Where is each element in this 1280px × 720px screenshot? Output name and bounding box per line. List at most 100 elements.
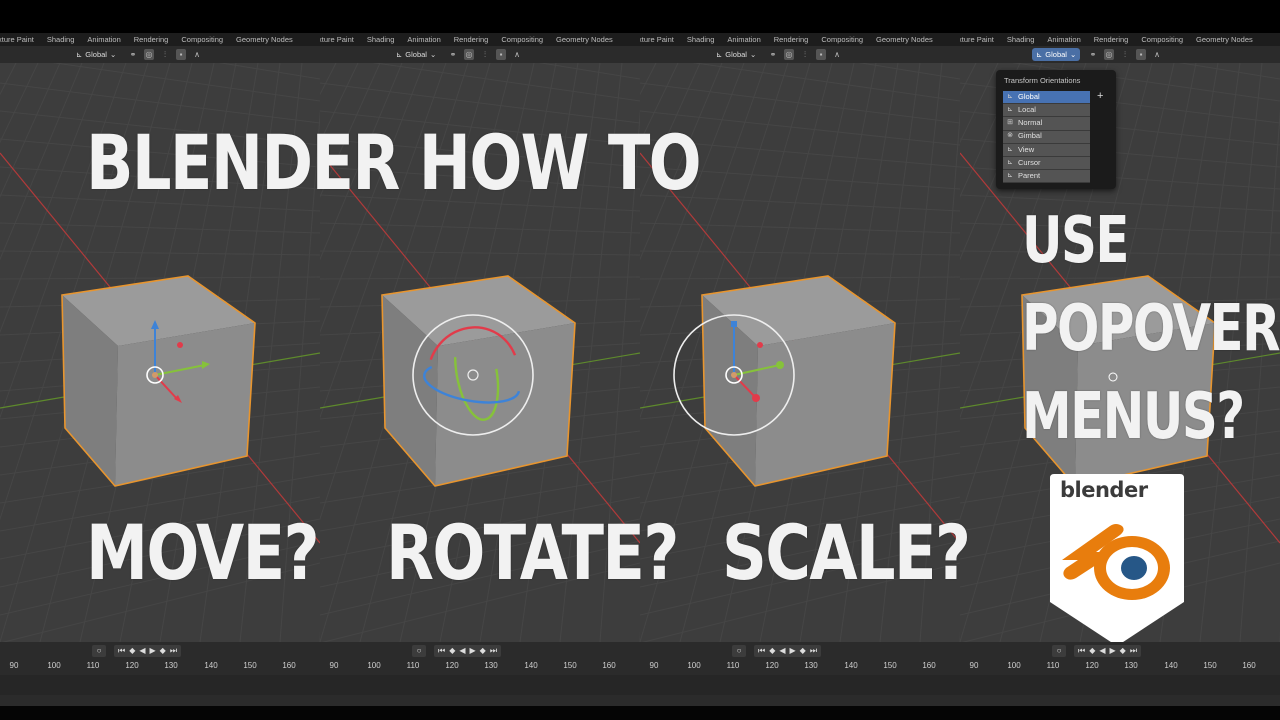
jump-start-icon[interactable]: ⏮ — [118, 645, 125, 657]
pivot-point-icon[interactable]: ⚭ — [448, 49, 458, 60]
transform-orientation-dropdown[interactable]: ⊾ Global ⌄ — [72, 48, 120, 61]
keyframe-track[interactable] — [0, 675, 320, 695]
workspace-tab[interactable]: Rendering — [454, 33, 489, 46]
pivot-point-icon[interactable]: ⚭ — [128, 49, 138, 60]
chevron-down-icon: ⌄ — [429, 50, 437, 59]
workspace-tabs: xture Paint Shading Animation Rendering Comp… — [320, 33, 640, 46]
next-keyframe-icon[interactable]: ◆ — [480, 645, 486, 657]
play-icon[interactable]: ▶ — [1110, 645, 1116, 657]
workspace-tab[interactable]: Compositing — [1141, 33, 1183, 46]
keyframe-track[interactable] — [960, 675, 1280, 695]
record-button[interactable]: ○ — [732, 645, 746, 657]
falloff-curve-icon[interactable]: ∧ — [192, 49, 202, 60]
jump-start-icon[interactable]: ⏮ — [1078, 645, 1085, 657]
keyframe-track[interactable] — [320, 675, 640, 695]
proportional-edit-icon[interactable]: ▪ — [1136, 49, 1146, 60]
workspace-tab[interactable]: Shading — [47, 33, 75, 46]
orientation-item-cursor[interactable]: ⊾ Cursor — [1003, 156, 1090, 171]
workspace-tab[interactable]: Animation — [1047, 33, 1080, 46]
jump-end-icon[interactable]: ⏭ — [490, 645, 497, 657]
workspace-tab[interactable]: Geometry Nodes — [1196, 33, 1253, 46]
keyframe-track[interactable] — [640, 675, 960, 695]
workspace-tab[interactable]: Geometry Nodes — [236, 33, 293, 46]
falloff-curve-icon[interactable]: ∧ — [1152, 49, 1162, 60]
play-reverse-icon[interactable]: ◀ — [1099, 645, 1105, 657]
snap-target-icon[interactable]: ⫶ — [480, 49, 490, 60]
playback-buttons: ⏮ ◆ ◀ ▶ ◆ ⏭ — [434, 645, 502, 657]
workspace-tab[interactable]: Geometry Nodes — [876, 33, 933, 46]
orientation-item-gimbal[interactable]: ⊗ Gimbal — [1003, 130, 1090, 144]
record-button[interactable]: ○ — [1052, 645, 1066, 657]
snap-target-icon[interactable]: ⫶ — [1120, 49, 1130, 60]
frame-number: 100 — [687, 661, 701, 670]
next-keyframe-icon[interactable]: ◆ — [160, 645, 166, 657]
workspace-tab[interactable]: Shading — [687, 33, 715, 46]
play-reverse-icon[interactable]: ◀ — [459, 645, 465, 657]
orientation-item-label: Gimbal — [1018, 131, 1042, 141]
transform-orientation-dropdown[interactable]: ⊾ Global ⌄ — [392, 48, 440, 61]
workspace-tab[interactable]: xture Paint — [960, 33, 994, 46]
frame-number: 150 — [1203, 661, 1217, 670]
play-icon[interactable]: ▶ — [150, 645, 156, 657]
proportional-edit-icon[interactable]: ▪ — [496, 49, 506, 60]
workspace-tab[interactable]: Animation — [87, 33, 120, 46]
workspace-tab[interactable]: Compositing — [181, 33, 223, 46]
viewport-header-toolbar: ⊾ Global ⌄ ⚭ ◎ ⫶ ▪ ∧ — [0, 46, 320, 63]
workspace-tab[interactable]: xture Paint — [0, 33, 34, 46]
snap-magnet-icon[interactable]: ◎ — [144, 49, 154, 60]
prev-keyframe-icon[interactable]: ◆ — [449, 645, 455, 657]
blender-wordmark: blender — [1060, 478, 1148, 502]
frame-number: 100 — [47, 661, 61, 670]
snap-magnet-icon[interactable]: ◎ — [1104, 49, 1114, 60]
proportional-edit-icon[interactable]: ▪ — [816, 49, 826, 60]
snap-magnet-icon[interactable]: ◎ — [464, 49, 474, 60]
frame-number: 140 — [204, 661, 218, 670]
next-keyframe-icon[interactable]: ◆ — [1120, 645, 1126, 657]
snap-magnet-icon[interactable]: ◎ — [784, 49, 794, 60]
global-axes-icon: ⊾ — [1007, 92, 1013, 100]
workspace-tab[interactable]: xture Paint — [320, 33, 354, 46]
workspace-tab[interactable]: Animation — [727, 33, 760, 46]
orientation-item-normal[interactable]: ⊞ Normal — [1003, 117, 1090, 131]
record-button[interactable]: ○ — [92, 645, 106, 657]
falloff-curve-icon[interactable]: ∧ — [512, 49, 522, 60]
workspace-tab[interactable]: Shading — [367, 33, 395, 46]
workspace-tab[interactable]: Shading — [1007, 33, 1035, 46]
orientation-item-view[interactable]: ⊾ View — [1003, 143, 1090, 157]
record-button[interactable]: ○ — [412, 645, 426, 657]
play-reverse-icon[interactable]: ◀ — [779, 645, 785, 657]
snap-target-icon[interactable]: ⫶ — [800, 49, 810, 60]
proportional-edit-icon[interactable]: ▪ — [176, 49, 186, 60]
workspace-tab[interactable]: Animation — [407, 33, 440, 46]
pivot-point-icon[interactable]: ⚭ — [1088, 49, 1098, 60]
snap-target-icon[interactable]: ⫶ — [160, 49, 170, 60]
prev-keyframe-icon[interactable]: ◆ — [769, 645, 775, 657]
workspace-tab[interactable]: Compositing — [501, 33, 543, 46]
falloff-curve-icon[interactable]: ∧ — [832, 49, 842, 60]
transform-orientation-dropdown[interactable]: ⊾ Global ⌄ — [712, 48, 760, 61]
orientation-item-local[interactable]: ⊾ Local — [1003, 104, 1090, 118]
next-keyframe-icon[interactable]: ◆ — [800, 645, 806, 657]
workspace-tab[interactable]: Rendering — [774, 33, 809, 46]
jump-start-icon[interactable]: ⏮ — [438, 645, 445, 657]
play-icon[interactable]: ▶ — [470, 645, 476, 657]
workspace-tab[interactable]: Rendering — [134, 33, 169, 46]
orientation-item-global[interactable]: ⊾ Global — [1003, 91, 1090, 105]
prev-keyframe-icon[interactable]: ◆ — [129, 645, 135, 657]
transform-orientation-dropdown[interactable]: ⊾ Global ⌄ — [1032, 48, 1081, 61]
workspace-tab[interactable]: xture Paint — [640, 33, 674, 46]
jump-end-icon[interactable]: ⏭ — [170, 645, 177, 657]
jump-end-icon[interactable]: ⏭ — [810, 645, 817, 657]
jump-start-icon[interactable]: ⏮ — [758, 645, 765, 657]
label-scale: SCALE? — [722, 508, 971, 597]
add-orientation-button[interactable]: + — [1097, 90, 1103, 102]
workspace-tab[interactable]: Rendering — [1094, 33, 1129, 46]
play-reverse-icon[interactable]: ◀ — [139, 645, 145, 657]
workspace-tab[interactable]: Geometry Nodes — [556, 33, 613, 46]
play-icon[interactable]: ▶ — [790, 645, 796, 657]
prev-keyframe-icon[interactable]: ◆ — [1089, 645, 1095, 657]
workspace-tab[interactable]: Compositing — [821, 33, 863, 46]
jump-end-icon[interactable]: ⏭ — [1130, 645, 1137, 657]
pivot-point-icon[interactable]: ⚭ — [768, 49, 778, 60]
orientation-item-parent[interactable]: ⊾ Parent — [1003, 170, 1090, 184]
